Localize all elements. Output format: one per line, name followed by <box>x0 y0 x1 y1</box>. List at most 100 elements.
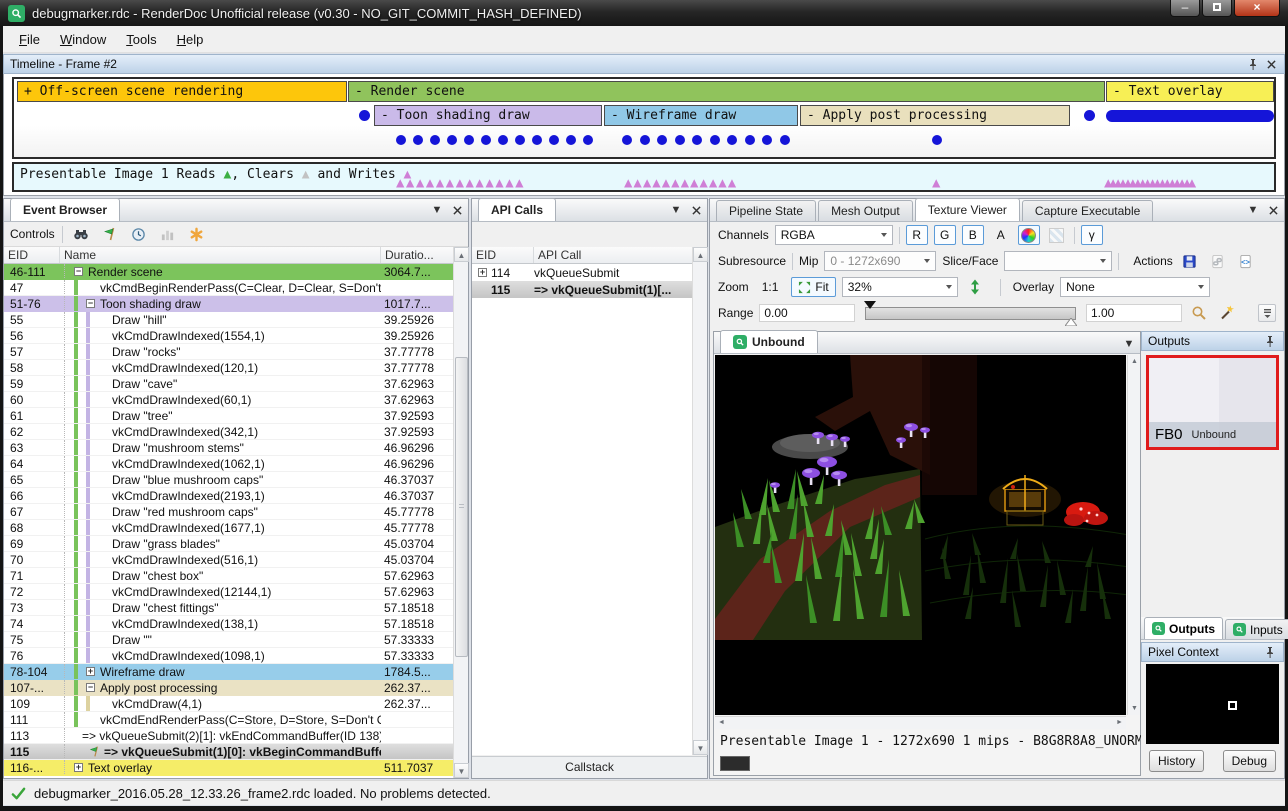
expander-icon[interactable]: + <box>74 763 83 772</box>
scroll-up-icon[interactable]: ▲ <box>1128 355 1141 368</box>
scroll-up-icon[interactable]: ▲ <box>693 247 708 262</box>
close-button[interactable]: × <box>1234 0 1280 17</box>
table-row[interactable]: 51-76−Toon shading draw1017.7... <box>4 296 453 312</box>
timeline-marker-bar[interactable]: - Toon shading draw <box>374 105 602 126</box>
close-icon[interactable] <box>1264 57 1278 71</box>
table-row[interactable]: +114vkQueueSubmit <box>472 264 692 281</box>
tab-pipeline-state[interactable]: Pipeline State <box>716 200 816 221</box>
timeline-marker-bar[interactable]: - Render scene <box>348 81 1105 102</box>
table-row[interactable]: 58vkCmdDrawIndexed(120,1)37.77778 <box>4 360 453 376</box>
menu-window[interactable]: Window <box>50 28 116 51</box>
tab-texture-viewer[interactable]: Texture Viewer <box>915 198 1020 221</box>
debug-button[interactable]: Debug <box>1223 750 1276 772</box>
timeline-header[interactable]: Timeline - Frame #2 <box>3 54 1285 74</box>
table-row[interactable]: 67Draw "red mushroom caps"45.77778 <box>4 504 453 520</box>
tab-unbound-texture[interactable]: Unbound <box>720 330 818 353</box>
pin-icon[interactable] <box>1263 334 1277 348</box>
event-table-header[interactable]: EID Name Duratio... <box>4 247 453 264</box>
event-browser-scrollbar[interactable]: ▲ ▼ <box>453 247 468 778</box>
scroll-left-icon[interactable]: ◄ <box>715 717 728 729</box>
time-draws-clock-icon[interactable] <box>128 224 150 244</box>
checkerboard-backdrop-icon[interactable] <box>1046 225 1068 245</box>
tab-event-browser[interactable]: Event Browser <box>10 198 120 221</box>
mip-select[interactable]: 0 - 1272x690 <box>824 251 936 271</box>
range-options-button[interactable] <box>1258 304 1276 322</box>
table-row[interactable]: 71Draw "chest box"57.62963 <box>4 568 453 584</box>
menu-help[interactable]: Help <box>167 28 214 51</box>
scroll-up-icon[interactable]: ▲ <box>454 247 469 262</box>
timeline-marker-bar[interactable]: - Wireframe draw <box>604 105 798 126</box>
fb0-thumbnail[interactable]: FB0 Unbound <box>1146 355 1279 450</box>
chevron-down-icon[interactable]: ▼ <box>1122 337 1136 351</box>
flip-vertical-icon[interactable] <box>964 277 986 297</box>
table-row[interactable]: 107-...−Apply post processing262.37... <box>4 680 453 696</box>
scrollbar-thumb[interactable] <box>455 357 468 657</box>
table-row[interactable]: 59Draw "cave"37.62963 <box>4 376 453 392</box>
table-row[interactable]: 75Draw ""57.33333 <box>4 632 453 648</box>
timeline-marker-bar[interactable]: + Off-screen scene rendering <box>17 81 347 102</box>
pixel-context-view[interactable] <box>1146 664 1279 744</box>
table-row[interactable]: 69Draw "grass blades"45.03704 <box>4 536 453 552</box>
table-row[interactable]: 65Draw "blue mushroom caps"46.37037 <box>4 472 453 488</box>
tab-api-calls[interactable]: API Calls <box>478 198 556 221</box>
tab-capture-executable[interactable]: Capture Executable <box>1022 200 1153 221</box>
table-row[interactable]: 73Draw "chest fittings"57.18518 <box>4 600 453 616</box>
range-black-handle[interactable] <box>864 301 876 309</box>
expander-icon[interactable]: + <box>478 268 487 277</box>
jump-to-event-flag-icon[interactable] <box>99 224 121 244</box>
column-api-call[interactable]: API Call <box>534 247 692 263</box>
table-row[interactable]: 78-104+Wireframe draw1784.5... <box>4 664 453 680</box>
slice-face-select[interactable] <box>1004 251 1112 271</box>
scroll-down-icon[interactable]: ▼ <box>1128 702 1141 715</box>
minimize-button[interactable]: – <box>1170 0 1200 17</box>
tab-outputs[interactable]: Outputs <box>1144 617 1223 639</box>
table-row[interactable]: 55Draw "hill"39.25926 <box>4 312 453 328</box>
save-icon[interactable] <box>1179 251 1201 271</box>
column-eid[interactable]: EID <box>4 247 60 263</box>
table-row[interactable]: 62vkCmdDrawIndexed(342,1)37.92593 <box>4 424 453 440</box>
scroll-right-icon[interactable]: ► <box>1113 717 1126 729</box>
timeline-marker-bar[interactable]: - Text overlay <box>1106 81 1274 102</box>
texture-horizontal-scrollbar[interactable]: ◄ ► <box>715 716 1126 729</box>
table-row[interactable]: 72vkCmdDrawIndexed(12144,1)57.62963 <box>4 584 453 600</box>
timeline-body[interactable]: + Off-screen scene rendering- Render sce… <box>3 74 1285 196</box>
fit-button[interactable]: Fit <box>791 277 835 297</box>
column-duration[interactable]: Duratio... <box>381 247 453 263</box>
tab-inputs[interactable]: Inputs <box>1225 619 1288 639</box>
timeline-bars[interactable]: + Off-screen scene rendering- Render sce… <box>12 77 1276 159</box>
channels-select[interactable]: RGBA <box>775 225 893 245</box>
chevron-down-icon[interactable]: ▼ <box>669 203 683 217</box>
color-wheel-icon[interactable] <box>1018 225 1040 245</box>
expander-icon[interactable]: + <box>86 667 95 676</box>
api-calls-scrollbar[interactable]: ▲ ▼ <box>692 247 707 755</box>
find-icon[interactable] <box>70 224 92 244</box>
pin-icon[interactable] <box>1246 57 1260 71</box>
expander-icon[interactable]: − <box>86 683 95 692</box>
table-row[interactable]: 70vkCmdDrawIndexed(516,1)45.03704 <box>4 552 453 568</box>
table-row[interactable]: 61Draw "tree"37.92593 <box>4 408 453 424</box>
texture-vertical-scrollbar[interactable]: ▲ ▼ <box>1127 355 1140 715</box>
table-row[interactable]: 109vkCmdDraw(4,1)262.37... <box>4 696 453 712</box>
history-button[interactable]: History <box>1149 750 1204 772</box>
texture-image[interactable] <box>715 355 1126 715</box>
chevron-down-icon[interactable]: ▼ <box>1246 203 1260 217</box>
table-row[interactable]: 60vkCmdDrawIndexed(60,1)37.62963 <box>4 392 453 408</box>
close-icon[interactable] <box>450 203 464 217</box>
table-row[interactable]: 63Draw "mushroom stems"46.96296 <box>4 440 453 456</box>
gamma-button[interactable]: γ <box>1081 225 1103 245</box>
chevron-down-icon[interactable]: ▼ <box>430 203 444 217</box>
bookmark-asterisk-icon[interactable] <box>186 224 208 244</box>
column-name[interactable]: Name <box>60 247 381 263</box>
close-icon[interactable] <box>689 203 703 217</box>
pixel-context-header[interactable]: Pixel Context <box>1141 642 1284 662</box>
api-table-header[interactable]: EID API Call <box>472 247 692 264</box>
table-row[interactable]: 115=> vkQueueSubmit(1)[... <box>472 281 692 298</box>
table-row[interactable]: 57Draw "rocks"37.77778 <box>4 344 453 360</box>
table-row[interactable]: 56vkCmdDrawIndexed(1554,1)39.25926 <box>4 328 453 344</box>
tab-mesh-output[interactable]: Mesh Output <box>818 200 913 221</box>
table-row[interactable]: 116-...+Text overlay511.7037 <box>4 760 453 776</box>
outputs-header[interactable]: Outputs <box>1141 331 1284 351</box>
open-code-icon[interactable]: <> <box>1235 251 1257 271</box>
table-row[interactable]: 68vkCmdDrawIndexed(1677,1)45.77778 <box>4 520 453 536</box>
table-row[interactable]: 46-111−Render scene3064.7... <box>4 264 453 280</box>
